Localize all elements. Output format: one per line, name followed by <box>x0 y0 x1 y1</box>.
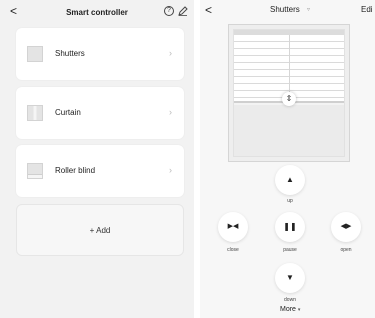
up-button[interactable]: ▲ <box>275 165 305 195</box>
roller-blind-thumbnail-icon <box>27 163 43 179</box>
down-button[interactable]: ▼ <box>275 263 305 293</box>
close-label: close <box>227 247 239 253</box>
shutters-thumbnail-icon <box>27 46 43 62</box>
add-device-button[interactable]: + Add <box>16 204 184 256</box>
down-label: down <box>284 297 296 303</box>
curtain-thumbnail-icon <box>27 105 43 121</box>
chevron-right-icon: › <box>169 48 172 58</box>
header: < Smart controller ? <box>0 0 194 24</box>
chevron-right-icon: › <box>169 107 172 117</box>
more-button[interactable]: More ▾ <box>280 306 300 313</box>
device-label: Curtain <box>55 108 81 117</box>
device-card-curtain[interactable]: Curtain › <box>16 87 184 139</box>
arrow-down-icon: ▼ <box>286 273 294 282</box>
pause-button[interactable]: ❚❚ <box>275 212 305 242</box>
device-card-shutters[interactable]: Shutters › <box>16 28 184 80</box>
pause-icon: ❚❚ <box>283 222 297 231</box>
back-button[interactable]: < <box>205 4 212 16</box>
edit-button[interactable]: Edi <box>361 5 373 14</box>
open-label: open <box>340 247 352 253</box>
chevron-right-icon: › <box>169 165 172 175</box>
device-card-roller-blind[interactable]: Roller blind › <box>16 145 184 197</box>
up-label: up <box>287 198 293 204</box>
pause-label: pause <box>283 247 297 253</box>
open-arrows-icon: ◀▶ <box>340 223 352 230</box>
arrow-up-icon: ▲ <box>286 175 294 184</box>
window-pane <box>234 105 344 156</box>
chevron-down-icon: ▾ <box>297 307 301 313</box>
pencil-icon[interactable] <box>178 6 188 16</box>
drag-handle-icon[interactable]: ⇕ <box>282 92 296 106</box>
device-label: Shutters <box>55 49 85 58</box>
device-label: Roller blind <box>55 166 96 175</box>
chevron-down-icon[interactable]: ▿ <box>307 6 310 13</box>
close-arrows-icon: ▶◀ <box>227 223 239 230</box>
add-label: + Add <box>89 226 111 235</box>
open-button[interactable]: ◀▶ <box>331 212 361 242</box>
close-button[interactable]: ▶◀ <box>218 212 248 242</box>
more-label: More <box>280 306 296 313</box>
help-icon[interactable]: ? <box>164 6 174 16</box>
page-title[interactable]: Shutters <box>270 5 300 14</box>
device-list-screen: < Smart controller ? Shutters › Curtain … <box>0 0 194 318</box>
shutter-control-screen: < Shutters ▿ Edi ⇕ ▲ up ▶◀ close ❚❚ paus… <box>200 0 375 318</box>
